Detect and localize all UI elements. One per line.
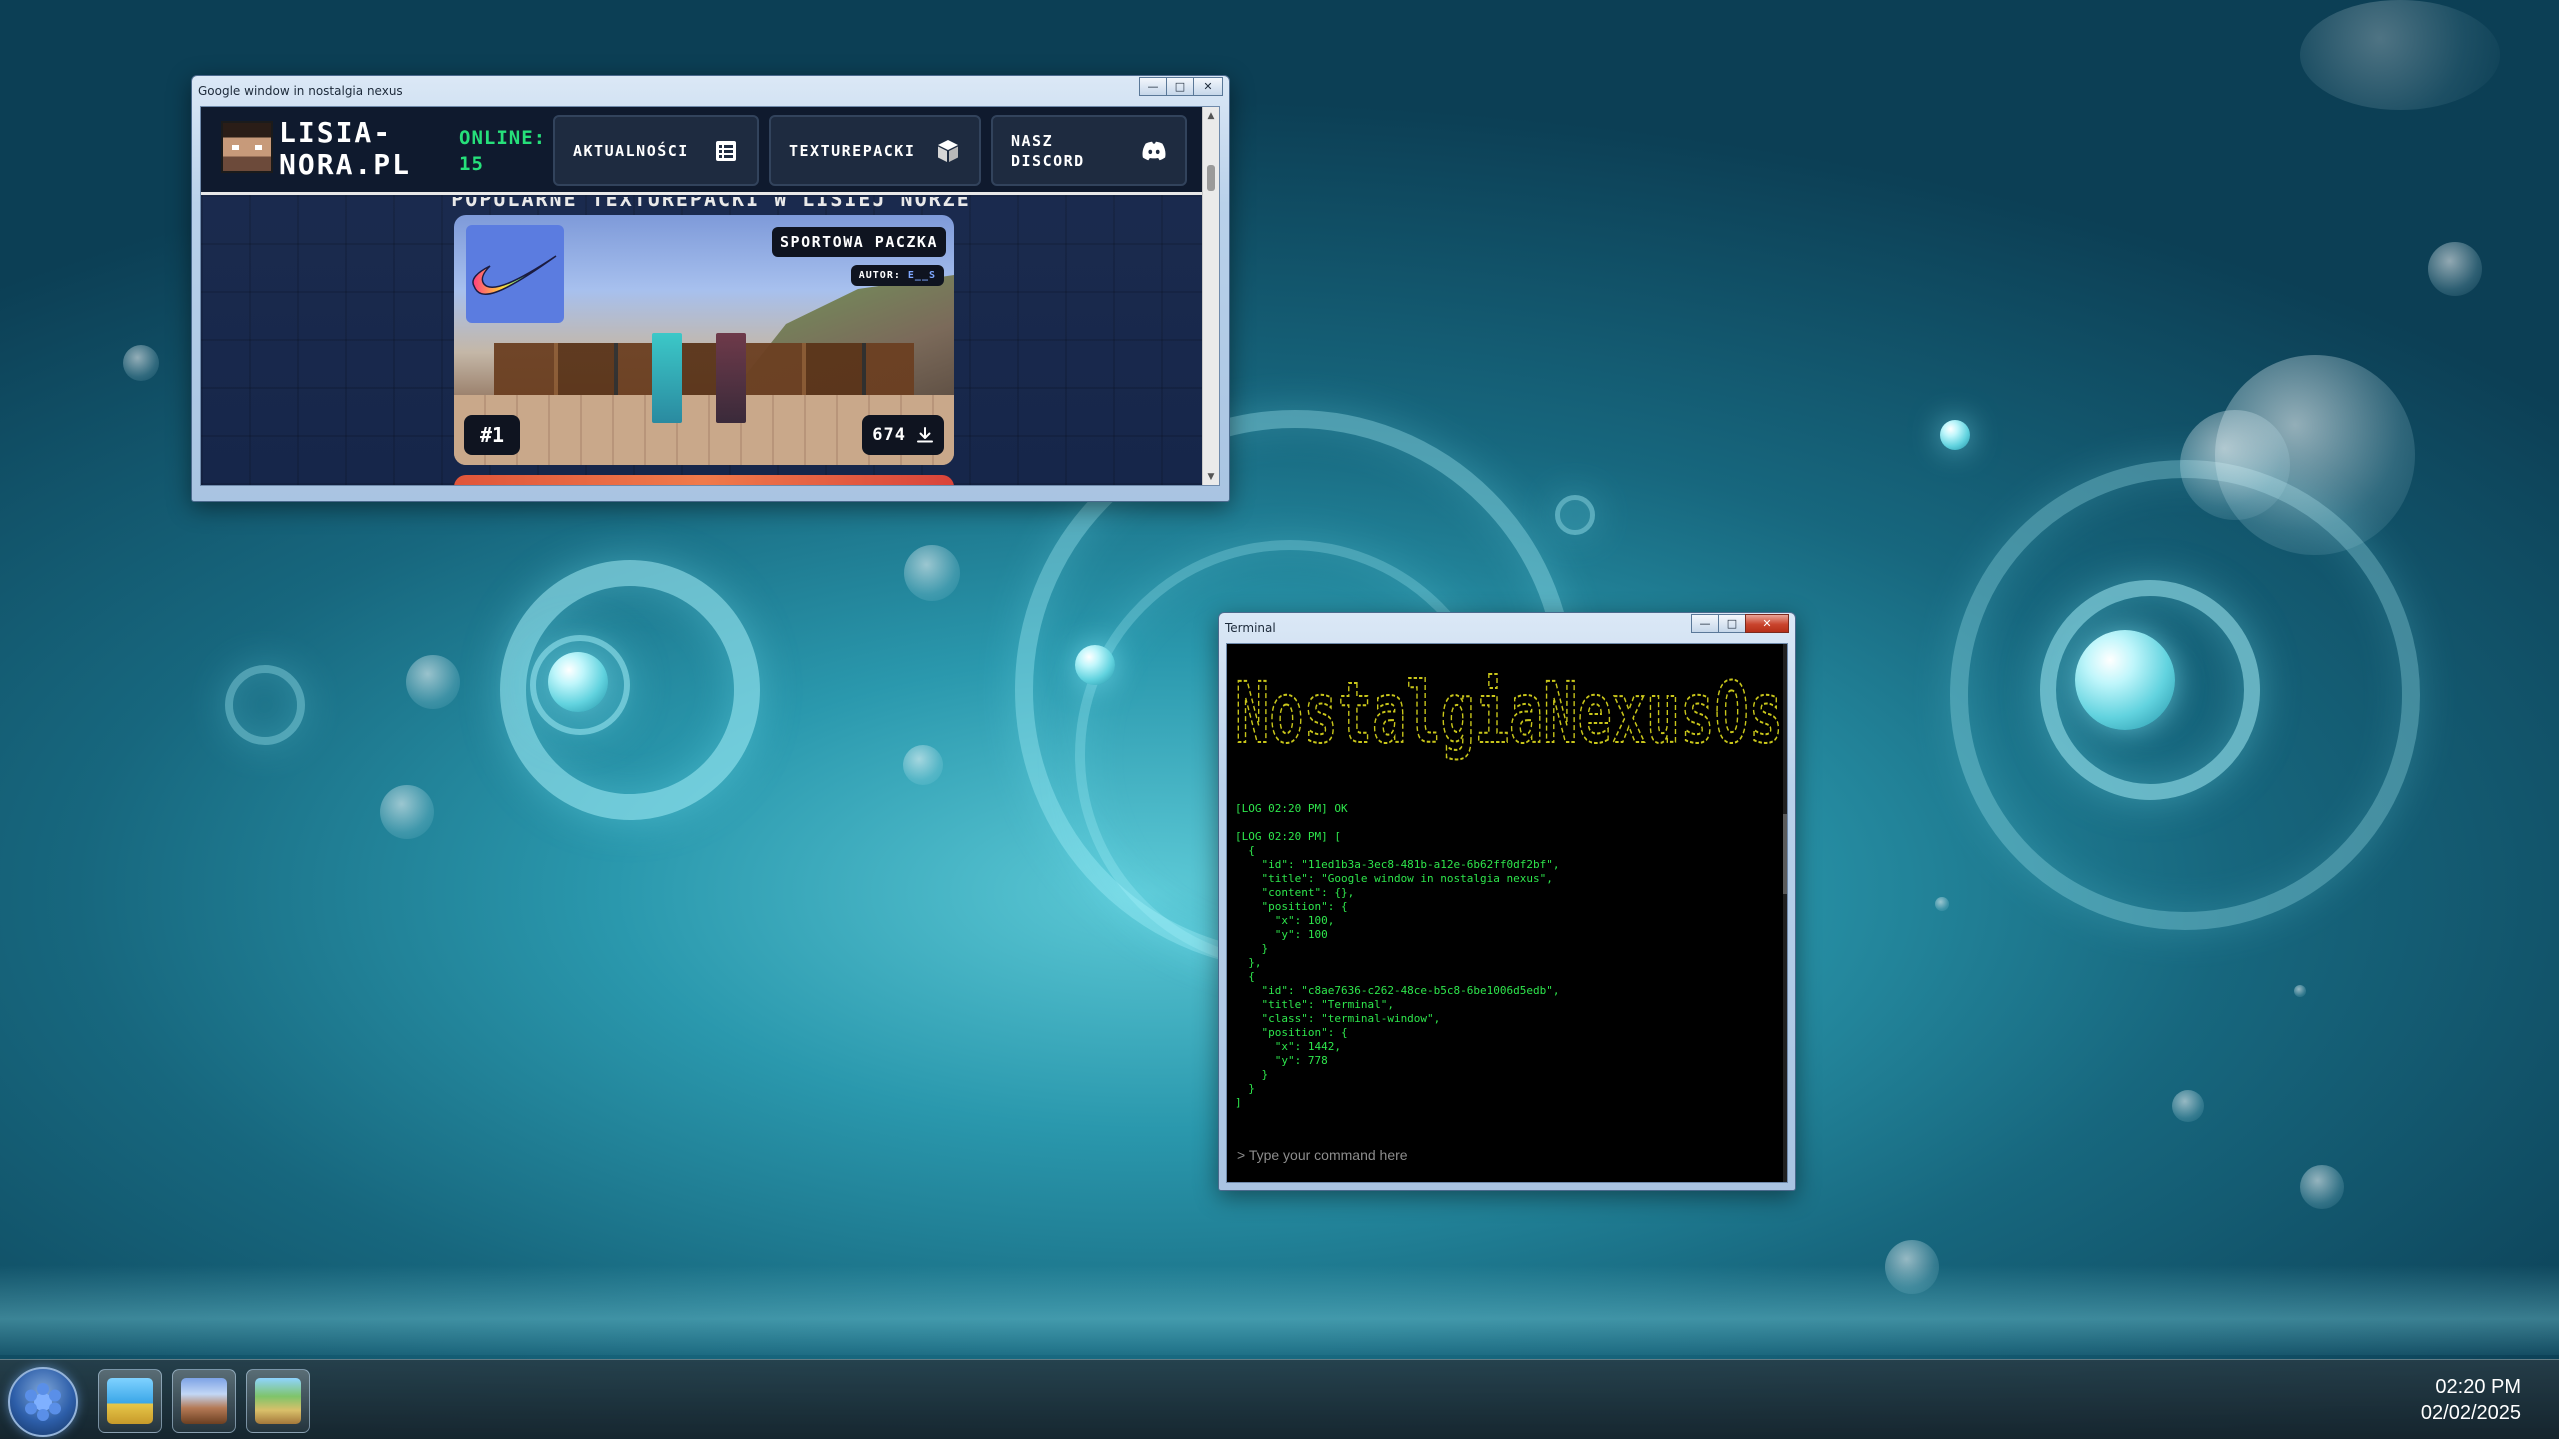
system-clock[interactable]: 02:20 PM 02/02/2025 [2421, 1374, 2521, 1426]
file-explorer-icon [107, 1378, 153, 1424]
game-app-1-icon [181, 1378, 227, 1424]
terminal-titlebar[interactable]: Terminal — □ ✕ [1219, 613, 1795, 643]
clock-date: 02/02/2025 [2420, 1402, 2521, 1424]
terminal-window[interactable]: Terminal — □ ✕ NostalgiaNexusOs [LOG 02:… [1218, 612, 1796, 1191]
download-count: 674 [872, 425, 906, 445]
minimize-button[interactable]: — [1691, 614, 1719, 633]
pack-author: AUTOR: E__S [850, 265, 944, 286]
terminal-window-title: Terminal [1225, 621, 1276, 635]
close-button[interactable]: ✕ [1193, 77, 1223, 96]
author-label: AUTOR: [858, 270, 901, 281]
taskbar-game-app-1[interactable] [172, 1369, 236, 1433]
pack-name: SPORTOWA PACZKA [772, 227, 946, 257]
logo-line: LISIA- NORA.PL [279, 116, 412, 181]
scroll-up-arrow[interactable]: ▲ [1203, 107, 1219, 124]
scroll-down-arrow[interactable]: ▼ [1203, 468, 1219, 485]
scroll-thumb[interactable] [1207, 165, 1215, 191]
wallpaper-bubble [2428, 242, 2482, 296]
wallpaper-bubble [2300, 1165, 2344, 1209]
browser-titlebar[interactable]: Google window in nostalgia nexus — □ ✕ [192, 76, 1229, 106]
download-icon [917, 427, 933, 443]
wallpaper-bubble [380, 785, 434, 839]
maximize-button[interactable]: □ [1718, 614, 1746, 633]
nav-news-label: AKTUALNOŚCI [573, 141, 689, 160]
wallpaper-ring [225, 665, 305, 745]
swoosh-icon [472, 255, 557, 295]
author-name[interactable]: E__S [908, 270, 936, 281]
site-logo-text[interactable]: LISIA- NORA.PL [279, 117, 449, 181]
site-header: LISIA- NORA.PL ONLINE: 15 AKTUALNOŚCI TE… [201, 107, 1204, 195]
start-orb-icon [25, 1383, 61, 1421]
wallpaper-bubble [2180, 410, 2290, 520]
wallpaper-orb [1075, 645, 1115, 685]
wallpaper-bubble [904, 545, 960, 601]
wallpaper-bubble [123, 345, 159, 381]
preview-character [652, 333, 682, 423]
logo-avatar[interactable] [221, 121, 273, 173]
download-count-badge[interactable]: 674 [862, 415, 944, 455]
nav-news-button[interactable]: AKTUALNOŚCI [553, 115, 759, 186]
news-list-icon [713, 138, 739, 164]
rank-badge: #1 [464, 415, 520, 455]
ascii-banner-text: NostalgiaNexusOs [1235, 664, 1783, 762]
terminal-scroll-thumb[interactable] [1783, 814, 1787, 894]
ascii-banner: NostalgiaNexusOs [1235, 664, 1784, 763]
wallpaper-bubble [1935, 897, 1949, 911]
taskbar: 02:20 PM 02/02/2025 [0, 1359, 2559, 1439]
browser-scrollbar[interactable]: ▲ ▼ [1202, 107, 1219, 485]
wallpaper-orb [548, 652, 608, 712]
terminal-screen[interactable]: NostalgiaNexusOs [LOG 02:20 PM] OK [LOG … [1226, 643, 1788, 1183]
window-controls: — □ ✕ [1139, 77, 1223, 96]
command-input[interactable] [1227, 1142, 1787, 1168]
nav-discord-button[interactable]: NASZ DISCORD [991, 115, 1187, 186]
section-heading: POPULARNE TEXTUREPACKI W LISIEJ NORZE [451, 197, 971, 209]
wallpaper-orb [2075, 630, 2175, 730]
preview-character [716, 333, 746, 423]
nav-texturepacks-button[interactable]: TEXTUREPACKI [769, 115, 981, 186]
pack-icon [466, 225, 564, 323]
discord-icon [1141, 138, 1167, 164]
online-counter: ONLINE: 15 [459, 125, 546, 177]
minimize-button[interactable]: — [1139, 77, 1167, 96]
terminal-scrollbar[interactable] [1783, 644, 1787, 1182]
wallpaper-bubble [2294, 985, 2306, 997]
wallpaper-bubble [2300, 0, 2500, 110]
wallpaper-orb [1940, 420, 1970, 450]
game-app-2-icon [255, 1378, 301, 1424]
taskbar-game-app-2[interactable] [246, 1369, 310, 1433]
start-button[interactable] [8, 1367, 78, 1437]
nav-texturepacks-label: TEXTUREPACKI [789, 141, 916, 160]
wallpaper-bubble [903, 745, 943, 785]
texturepack-card-next[interactable] [454, 475, 954, 485]
terminal-log: [LOG 02:20 PM] OK [LOG 02:20 PM] [ { "id… [1235, 802, 1560, 1109]
nav-discord-label: NASZ DISCORD [1011, 131, 1085, 170]
wallpaper-bubble [2172, 1090, 2204, 1122]
online-count: 15 [459, 153, 484, 175]
cube-icon [935, 138, 961, 164]
browser-viewport[interactable]: POPULARNE TEXTUREPACKI W LISIEJ NORZE SP… [200, 106, 1220, 486]
window-controls: — □ ✕ [1691, 614, 1789, 633]
wallpaper-ring [1555, 495, 1595, 535]
wallpaper-bubble [406, 655, 460, 709]
clock-time: 02:20 PM [2435, 1376, 2521, 1398]
close-button[interactable]: ✕ [1745, 614, 1789, 633]
texturepack-card[interactable]: SPORTOWA PACZKA AUTOR: E__S #1 674 [454, 215, 954, 465]
taskbar-file-explorer-app[interactable] [98, 1369, 162, 1433]
browser-window[interactable]: Google window in nostalgia nexus — □ ✕ P… [191, 75, 1230, 502]
wallpaper-glow [0, 1265, 2559, 1355]
browser-window-title: Google window in nostalgia nexus [198, 84, 403, 98]
online-label: ONLINE: [459, 127, 547, 149]
maximize-button[interactable]: □ [1166, 77, 1194, 96]
